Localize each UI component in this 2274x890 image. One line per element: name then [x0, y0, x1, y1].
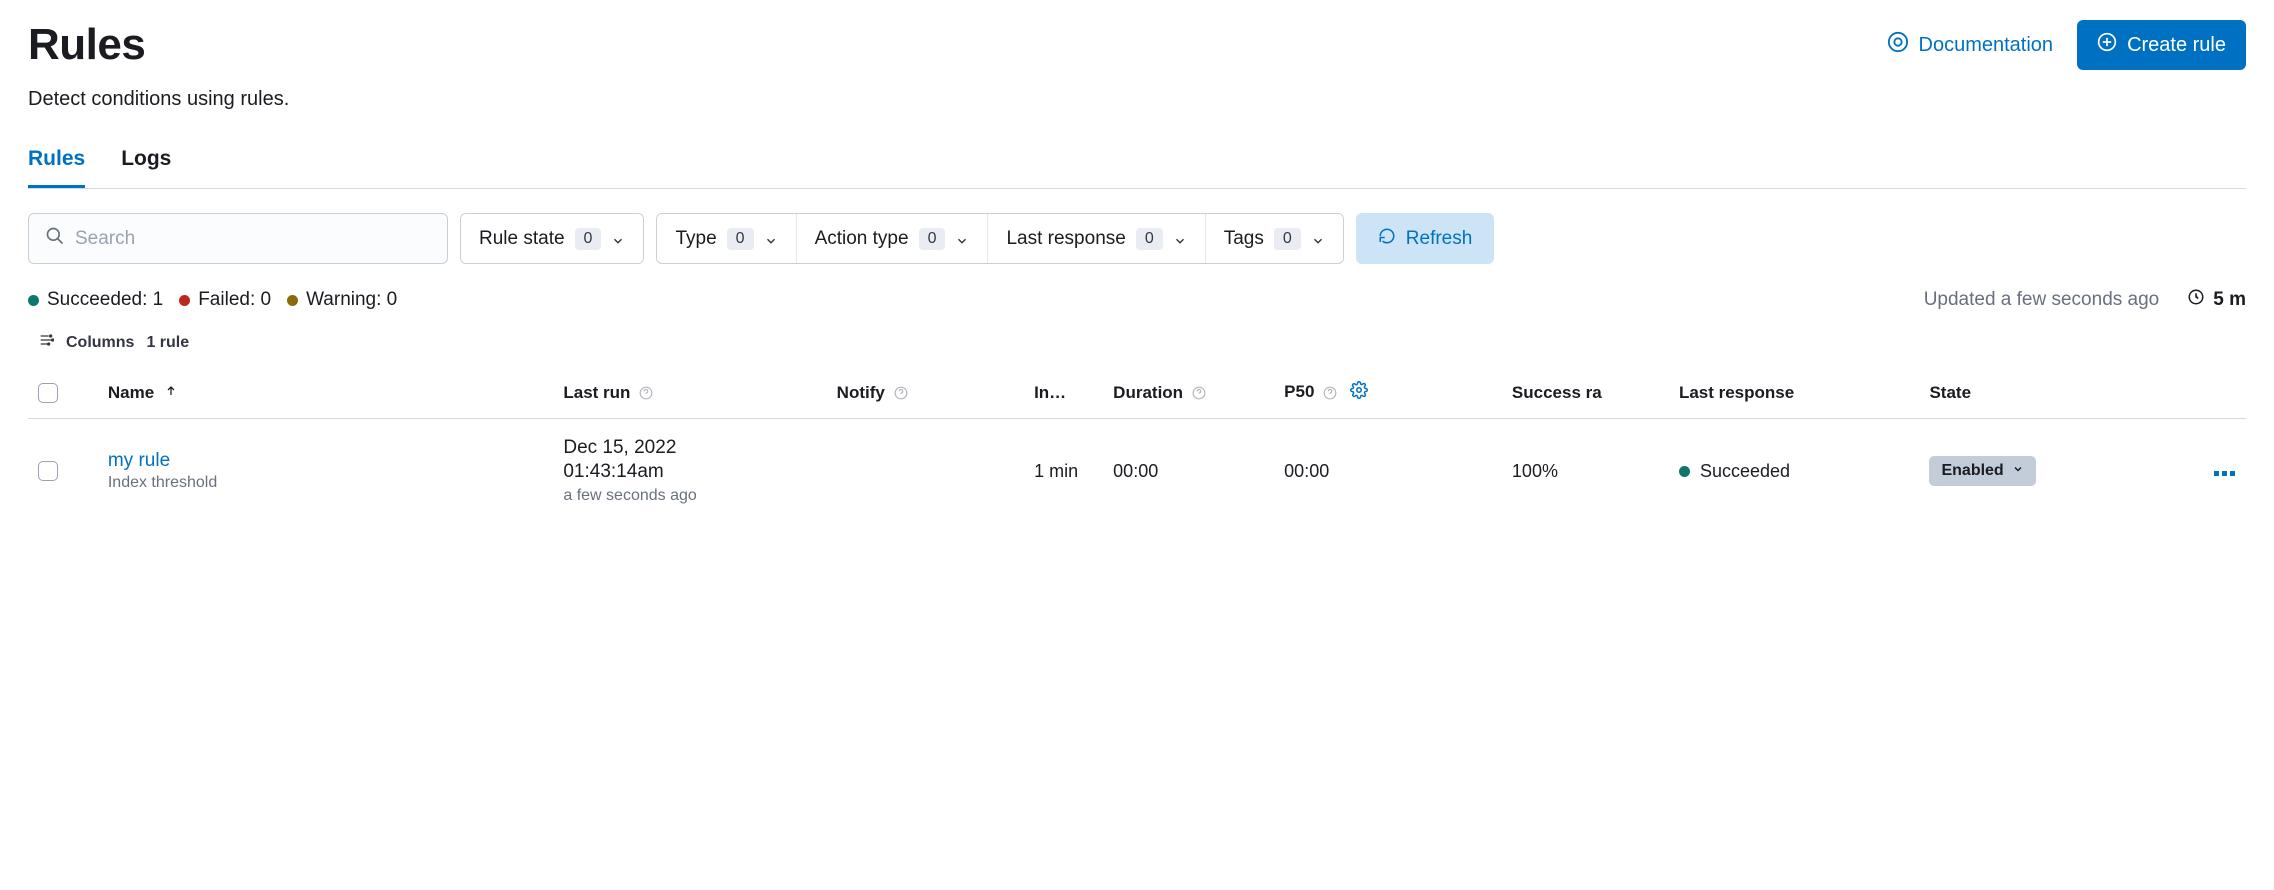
- filter-rule-state-count: 0: [575, 228, 602, 250]
- columns-icon[interactable]: [38, 332, 54, 353]
- filter-action-type-label: Action type: [815, 228, 909, 250]
- chevron-down-icon: [764, 232, 778, 246]
- col-header-p50-text: P50: [1284, 382, 1314, 401]
- chevron-down-icon: [1311, 232, 1325, 246]
- col-header-duration-text: Duration: [1113, 383, 1183, 402]
- create-rule-button[interactable]: Create rule: [2077, 20, 2246, 70]
- last-response-cell: Succeeded: [1679, 461, 1910, 482]
- col-header-notify[interactable]: Notify: [827, 367, 1024, 419]
- timespan-value: 5 m: [2213, 289, 2246, 311]
- col-header-last-response[interactable]: Last response: [1669, 367, 1920, 419]
- col-header-p50[interactable]: P50: [1274, 367, 1502, 419]
- documentation-link[interactable]: Documentation: [1887, 31, 2054, 59]
- refresh-button[interactable]: Refresh: [1356, 213, 1495, 264]
- refresh-label: Refresh: [1406, 228, 1473, 250]
- question-icon: [894, 386, 908, 400]
- filter-action-type-count: 0: [919, 228, 946, 250]
- tab-logs[interactable]: Logs: [121, 147, 171, 188]
- chevron-down-icon: [1173, 232, 1187, 246]
- rule-type-text: Index threshold: [108, 474, 544, 492]
- col-header-interval[interactable]: In…: [1024, 367, 1103, 419]
- filter-tags[interactable]: Tags 0: [1206, 214, 1343, 263]
- col-header-duration[interactable]: Duration: [1103, 367, 1274, 419]
- col-header-success-rate[interactable]: Success ra: [1502, 367, 1669, 419]
- last-run-time: 01:43:14am: [563, 461, 816, 483]
- filter-tags-count: 0: [1274, 228, 1301, 250]
- updated-text: Updated a few seconds ago: [1924, 289, 2160, 311]
- sort-arrow-up-icon: [165, 383, 177, 402]
- status-succeeded: Succeeded: 1: [28, 289, 163, 311]
- state-text: Enabled: [1941, 462, 2003, 480]
- help-icon: [1887, 31, 1909, 59]
- col-header-last-run[interactable]: Last run: [553, 367, 826, 419]
- dot-green-icon: [1679, 466, 1690, 477]
- columns-label[interactable]: Columns: [66, 334, 134, 352]
- documentation-label: Documentation: [1919, 34, 2054, 57]
- dot-red-icon: [179, 295, 190, 306]
- question-icon: [639, 386, 653, 400]
- success-rate-cell: 100%: [1502, 419, 1669, 524]
- chevron-down-icon: [955, 232, 969, 246]
- chevron-down-icon: [2012, 462, 2024, 480]
- last-response-text: Succeeded: [1700, 461, 1790, 482]
- notify-cell: [827, 419, 1024, 524]
- filter-action-type[interactable]: Action type 0: [797, 214, 989, 263]
- status-warning-text: Warning: 0: [306, 289, 397, 311]
- status-warning: Warning: 0: [287, 289, 397, 311]
- col-header-name-text: Name: [108, 383, 154, 402]
- filter-rule-state-label: Rule state: [479, 228, 565, 250]
- gear-icon[interactable]: [1350, 384, 1368, 403]
- col-header-last-run-text: Last run: [563, 383, 630, 402]
- status-failed: Failed: 0: [179, 289, 271, 311]
- question-icon: [1192, 386, 1206, 400]
- state-badge[interactable]: Enabled: [1929, 456, 2035, 486]
- rule-count: 1 rule: [146, 334, 189, 352]
- last-run-date: Dec 15, 2022: [563, 437, 816, 459]
- status-succeeded-text: Succeeded: 1: [47, 289, 163, 311]
- page-title: Rules: [28, 20, 145, 70]
- table-row: my rule Index threshold Dec 15, 2022 01:…: [28, 419, 2246, 524]
- clock-icon: [2187, 288, 2205, 312]
- chevron-down-icon: [611, 232, 625, 246]
- row-actions-menu[interactable]: [2214, 461, 2236, 481]
- search-input[interactable]: [75, 228, 431, 250]
- tab-rules[interactable]: Rules: [28, 147, 85, 188]
- duration-cell: 00:00: [1103, 419, 1274, 524]
- search-icon: [45, 226, 65, 251]
- col-header-name[interactable]: Name: [98, 367, 554, 419]
- status-failed-text: Failed: 0: [198, 289, 271, 311]
- col-header-notify-text: Notify: [837, 383, 885, 402]
- filter-rule-state[interactable]: Rule state 0: [461, 214, 643, 263]
- p50-cell: 00:00: [1274, 419, 1502, 524]
- dot-yellow-icon: [287, 295, 298, 306]
- create-rule-label: Create rule: [2127, 34, 2226, 57]
- select-all-checkbox[interactable]: [38, 383, 58, 403]
- filter-last-response-label: Last response: [1006, 228, 1125, 250]
- filter-last-response-count: 0: [1136, 228, 1163, 250]
- row-checkbox[interactable]: [38, 461, 58, 481]
- search-box[interactable]: [28, 213, 448, 264]
- page-subtitle: Detect conditions using rules.: [28, 88, 2246, 111]
- filter-type[interactable]: Type 0: [657, 214, 796, 263]
- question-icon: [1323, 386, 1337, 400]
- col-header-state[interactable]: State: [1919, 367, 2170, 419]
- timespan[interactable]: 5 m: [2187, 288, 2246, 312]
- last-run-ago: a few seconds ago: [563, 487, 816, 505]
- filter-tags-label: Tags: [1224, 228, 1264, 250]
- interval-cell: 1 min: [1024, 419, 1103, 524]
- plus-circle-icon: [2097, 32, 2117, 58]
- filter-last-response[interactable]: Last response 0: [988, 214, 1205, 263]
- refresh-icon: [1378, 227, 1396, 251]
- rule-name-link[interactable]: my rule: [108, 450, 544, 472]
- filter-type-count: 0: [727, 228, 754, 250]
- dot-green-icon: [28, 295, 39, 306]
- filter-type-label: Type: [675, 228, 716, 250]
